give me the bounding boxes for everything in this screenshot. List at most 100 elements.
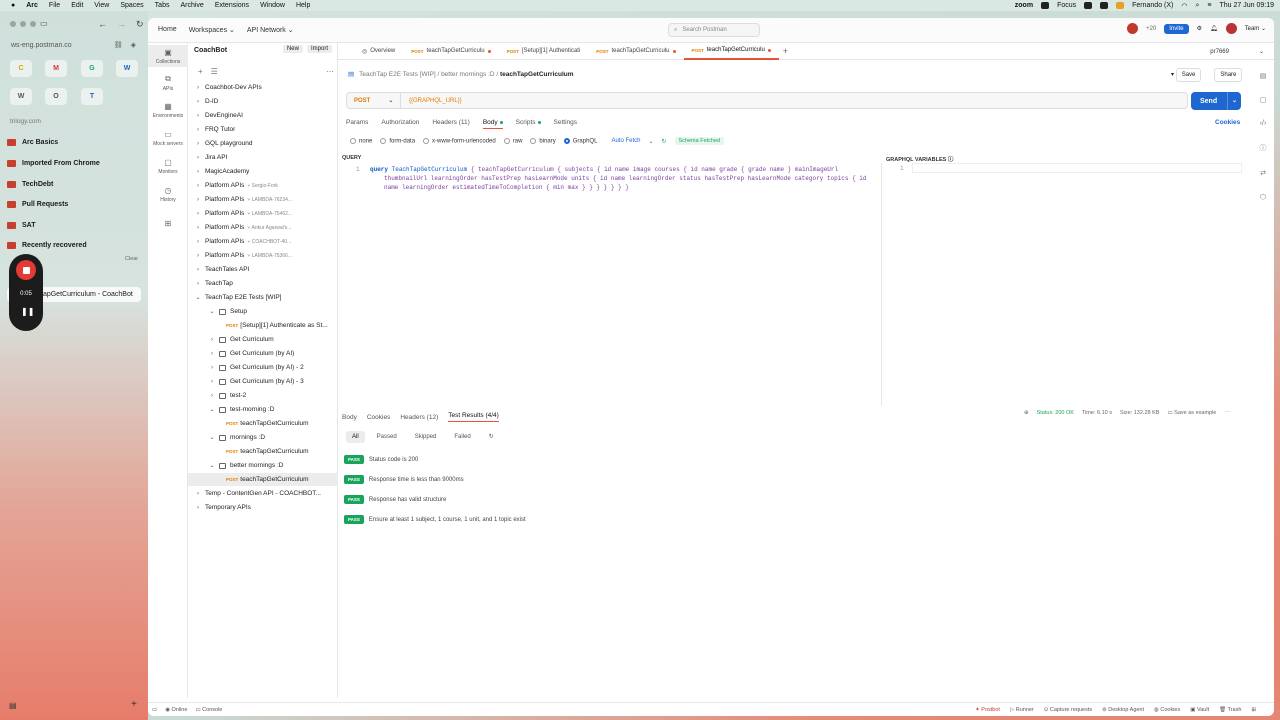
favorite-app[interactable]: T bbox=[81, 88, 103, 105]
menu-edit[interactable]: Edit bbox=[71, 2, 83, 9]
tree-collection[interactable]: › Temp - ContentGen API - COACHBOT... bbox=[188, 487, 338, 500]
user-label[interactable]: Fernando (X) bbox=[1132, 2, 1173, 9]
new-tab-icon[interactable]: + bbox=[131, 699, 137, 710]
tab-params[interactable]: Params bbox=[346, 119, 368, 129]
postbot-button[interactable]: ✦ Postbot bbox=[975, 707, 1000, 713]
chevron-right-icon[interactable]: › bbox=[194, 281, 202, 287]
new-tab-icon[interactable]: + bbox=[783, 46, 788, 56]
more-icon[interactable]: ⋯ bbox=[326, 67, 334, 76]
tab-request[interactable]: POST [Setup][1] Authenticati bbox=[499, 43, 589, 60]
status-icon[interactable] bbox=[1100, 2, 1109, 9]
tree-collection[interactable]: › FRQ Tutor bbox=[188, 123, 338, 136]
status-icon[interactable] bbox=[1084, 2, 1093, 9]
avatar[interactable] bbox=[1127, 23, 1139, 34]
back-icon[interactable]: ← bbox=[98, 19, 107, 30]
layout-icon[interactable]: ▭ bbox=[152, 707, 157, 713]
vault-button[interactable]: ▣ Vault bbox=[1190, 707, 1209, 713]
menu-tabs[interactable]: Tabs bbox=[155, 2, 170, 9]
focus-label[interactable]: Focus bbox=[1057, 2, 1076, 9]
radio-raw[interactable]: raw bbox=[503, 137, 522, 144]
info-icon[interactable]: ⓘ bbox=[1260, 143, 1267, 153]
tree-collection[interactable]: › Platform APIs ⑂ LAMBDA-75462... bbox=[188, 207, 338, 220]
chevron-down-icon[interactable]: ⌄ bbox=[194, 294, 202, 301]
tree-folder[interactable]: › Get Curriculum bbox=[188, 333, 338, 346]
tree-collection[interactable]: › Platform APIs ⑂ COACHBOT-40... bbox=[188, 235, 338, 248]
user-avatar[interactable] bbox=[1225, 23, 1237, 34]
favorite-sheets[interactable]: G bbox=[81, 60, 103, 77]
docs-icon[interactable]: ▤ bbox=[1260, 72, 1267, 80]
menu-extensions[interactable]: Extensions bbox=[215, 2, 249, 9]
chevron-right-icon[interactable]: › bbox=[194, 141, 202, 147]
runner-button[interactable]: ▷ Runner bbox=[1010, 707, 1034, 713]
tree-folder[interactable]: › test-2 bbox=[188, 389, 338, 402]
related-icon[interactable]: ⇄ bbox=[1260, 169, 1266, 177]
filter-passed[interactable]: Passed bbox=[371, 431, 403, 443]
save-button[interactable]: ▾ Save bbox=[1166, 68, 1206, 82]
chevron-down-icon[interactable]: ⌄ bbox=[208, 308, 216, 315]
chevron-right-icon[interactable]: › bbox=[194, 505, 202, 511]
chevron-right-icon[interactable]: › bbox=[208, 365, 216, 371]
chevron-right-icon[interactable]: › bbox=[208, 351, 216, 357]
variables-input[interactable] bbox=[912, 163, 1242, 173]
globe-icon[interactable]: ⊕ bbox=[1024, 410, 1029, 416]
control-center-icon[interactable]: ≡ bbox=[1207, 2, 1211, 9]
invite-button[interactable]: Invite bbox=[1164, 23, 1189, 34]
trash-button[interactable]: 🗑︎ Trash bbox=[1219, 707, 1241, 713]
import-button[interactable]: Import bbox=[306, 45, 332, 53]
arc-folder[interactable]: Pull Requests bbox=[7, 197, 141, 212]
menu-window[interactable]: Window bbox=[260, 2, 285, 9]
chevron-right-icon[interactable]: › bbox=[194, 197, 202, 203]
refresh-icon[interactable]: ↻ bbox=[661, 138, 666, 145]
more-icon[interactable]: ⋯ bbox=[1224, 410, 1230, 416]
favorite-app[interactable]: W bbox=[116, 60, 138, 77]
chevron-right-icon[interactable]: › bbox=[194, 155, 202, 161]
code-icon[interactable]: ‹/› bbox=[1260, 120, 1267, 127]
rail-apis[interactable]: ⧉ APIs bbox=[148, 74, 188, 92]
chevron-right-icon[interactable]: › bbox=[194, 183, 202, 189]
rail-mock-servers[interactable]: ▭ Mock servers bbox=[148, 130, 188, 147]
chevron-right-icon[interactable]: › bbox=[194, 113, 202, 119]
query-code[interactable]: query TeachTapGetCurriculum { teachTapGe… bbox=[370, 165, 878, 192]
link-icon[interactable]: ⛓ bbox=[114, 41, 123, 49]
cookies-button[interactable]: ◍ Cookies bbox=[1154, 707, 1180, 713]
tab-overview[interactable]: ◎ Overview bbox=[338, 43, 403, 60]
environment-select[interactable]: pr7669 ⌄ bbox=[1210, 43, 1264, 60]
desktop-agent-button[interactable]: ⊚ Desktop Agent bbox=[1102, 707, 1144, 713]
chevron-right-icon[interactable]: › bbox=[194, 253, 202, 259]
arc-folder[interactable]: SAT bbox=[7, 218, 141, 233]
tree-collection[interactable]: ⌄ TeachTap E2E Tests [WIP] bbox=[188, 291, 338, 304]
rail-flows[interactable]: ⊞ bbox=[148, 219, 188, 230]
response-size[interactable]: Size: 132.28 KB bbox=[1120, 410, 1159, 416]
variables-editor[interactable]: 1 bbox=[886, 163, 1244, 406]
tree-collection[interactable]: › D-ID bbox=[188, 95, 338, 108]
tree-folder[interactable]: ⌄ Setup bbox=[188, 305, 338, 318]
settings-icon[interactable]: ⚙ bbox=[1197, 25, 1202, 32]
favorite-tab[interactable]: C bbox=[10, 60, 32, 77]
radio-none[interactable]: none bbox=[350, 137, 372, 144]
filter-icon[interactable]: ☰ bbox=[211, 67, 218, 76]
radio-graphql[interactable]: GraphQL bbox=[563, 137, 597, 144]
tab-request-active[interactable]: POST teachTapGetCurriculu bbox=[683, 43, 779, 60]
comments-icon[interactable]: ▢ bbox=[1260, 96, 1267, 104]
url-bar[interactable]: ws-eng.postman.co ⛓ ◈ bbox=[6, 39, 142, 51]
chevron-right-icon[interactable]: › bbox=[194, 99, 202, 105]
wifi-icon[interactable]: ◠ bbox=[1181, 2, 1187, 10]
console-button[interactable]: ▭ Console bbox=[195, 707, 222, 713]
response-time[interactable]: Time: 6.10 s bbox=[1082, 410, 1112, 416]
tree-folder[interactable]: ⌄ better mornings :D bbox=[188, 459, 338, 472]
refresh-icon[interactable]: ↻ bbox=[483, 430, 500, 443]
nav-workspaces[interactable]: Workspaces ⌄ bbox=[189, 26, 235, 34]
menu-app[interactable]: Arc bbox=[26, 2, 38, 9]
nav-home[interactable]: Home bbox=[158, 26, 177, 34]
share-button[interactable]: Share bbox=[1214, 68, 1243, 82]
radio-binary[interactable]: binary bbox=[530, 137, 556, 144]
nav-api-network[interactable]: API Network ⌄ bbox=[247, 26, 294, 34]
apple-menu-icon[interactable]: ● bbox=[11, 2, 15, 9]
chevron-right-icon[interactable]: › bbox=[208, 393, 216, 399]
tab-headers[interactable]: Headers (11) bbox=[432, 119, 469, 129]
menu-file[interactable]: File bbox=[49, 2, 60, 9]
menu-help[interactable]: Help bbox=[296, 2, 310, 9]
tree-folder[interactable]: › Get Curriculum (by AI) - 2 bbox=[188, 361, 338, 374]
tab-response-body[interactable]: Body bbox=[342, 414, 357, 421]
tree-collection[interactable]: › Platform APIs ⑂ LAMBDA-76234... bbox=[188, 193, 338, 206]
